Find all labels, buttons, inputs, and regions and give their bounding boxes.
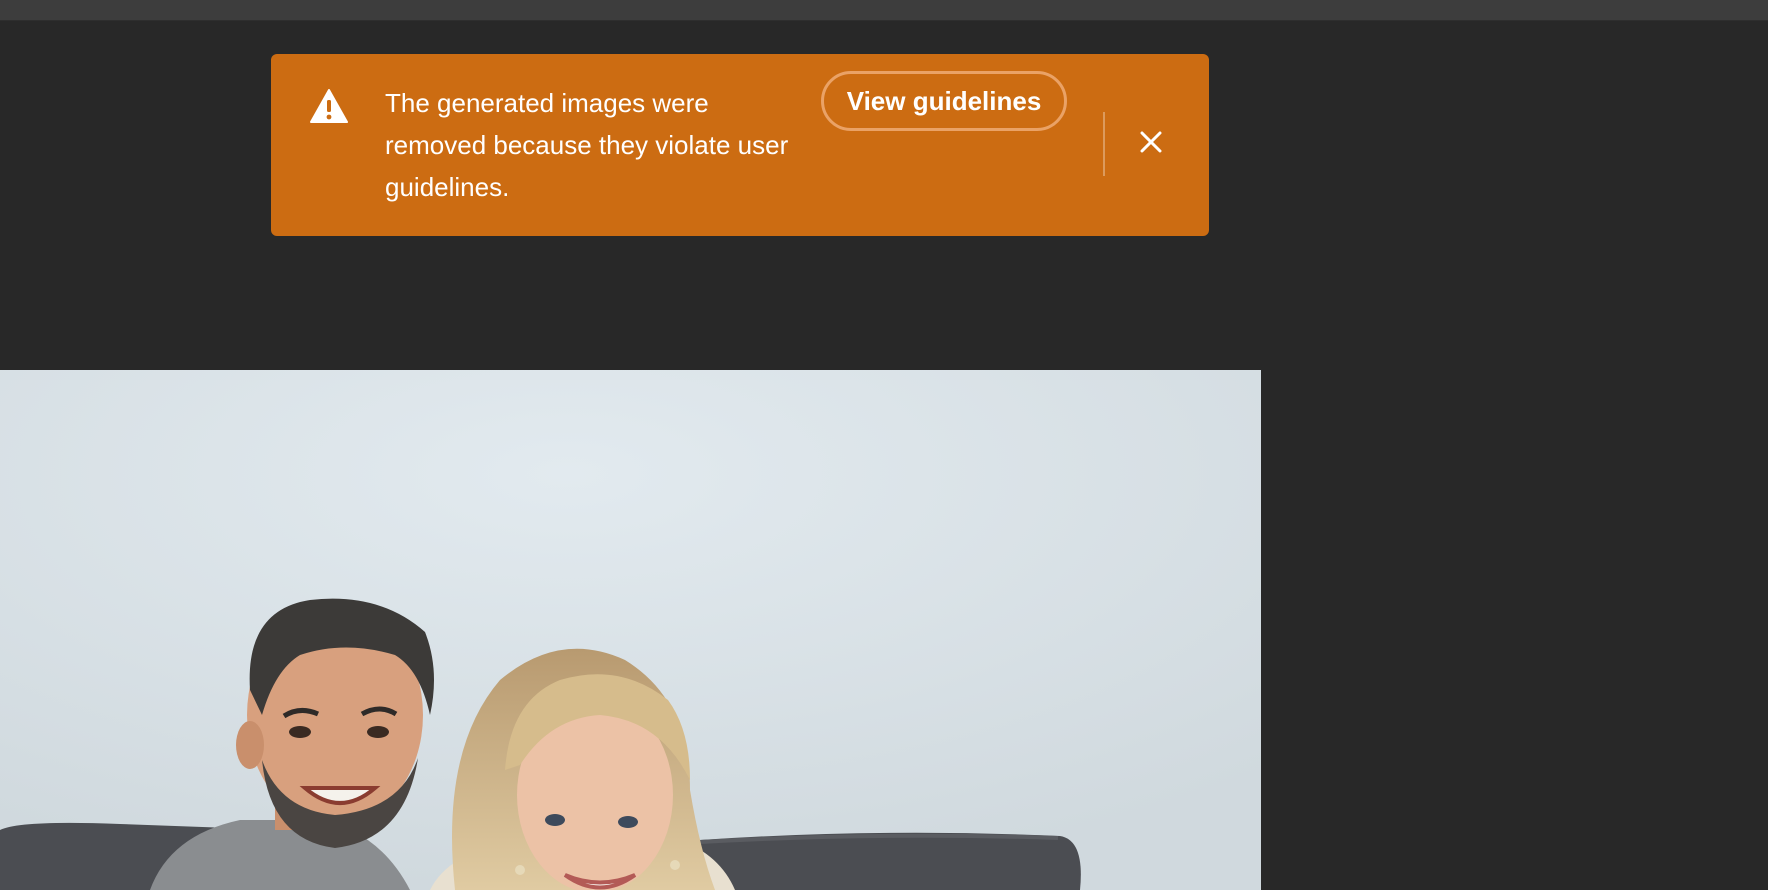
- toast-divider: [1103, 112, 1105, 176]
- alert-triangle-icon: [310, 88, 348, 124]
- close-toast-button[interactable]: [1131, 122, 1171, 162]
- couple-photo-illustration: [0, 370, 1261, 890]
- canvas-photo: [0, 370, 1261, 890]
- app-top-bar: [0, 0, 1768, 21]
- close-icon: [1131, 131, 1171, 166]
- warning-toast: The generated images were removed becaus…: [271, 54, 1209, 236]
- toast-message: The generated images were removed becaus…: [385, 88, 789, 202]
- view-guidelines-button[interactable]: View guidelines: [821, 71, 1067, 131]
